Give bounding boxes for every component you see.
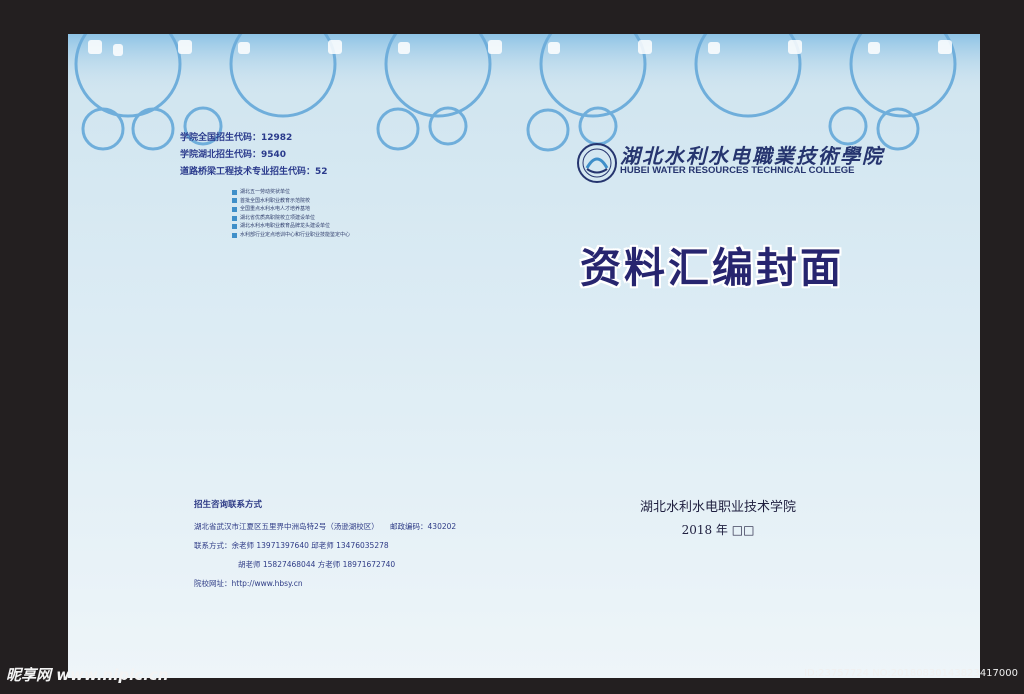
code-national: 学院全国招生代码：12982 xyxy=(180,133,293,143)
footer-college: 湖北水利水电职业技术学院 2018 年 □□ xyxy=(608,496,828,538)
contact-address: 湖北省武汉市江夏区五里界中洲岛特2号（汤逊湖校区） 邮政编码：430202 xyxy=(194,522,457,531)
honor-item: 水利部行业定点培训中心和行业职业技能鉴定中心 xyxy=(232,231,350,240)
bullet-square-icon xyxy=(232,198,237,204)
code-bridge: 道路桥梁工程技术专业招生代码：52 xyxy=(180,167,328,177)
college-name-en: HUBEI WATER RESOURCES TECHNICAL COLLEGE xyxy=(620,165,855,176)
contact-block: 招生咨询联系方式 湖北省武汉市江夏区五里界中洲岛特2号（汤逊湖校区） 邮政编码：… xyxy=(194,498,456,593)
bullet-square-icon xyxy=(232,232,237,238)
honors-list: 湖北五一劳动奖状单位 首批全国水利职业教育示范院校 全国重点水利水电人才培养基地… xyxy=(232,188,350,240)
footer-year: 2018 年 □□ xyxy=(681,523,755,537)
honor-item: 湖北五一劳动奖状单位 xyxy=(232,188,350,197)
honor-item: 湖北省优质高职院校立项建设单位 xyxy=(232,214,350,223)
honor-item: 湖北水利水电职业教育品牌龙头建设单位 xyxy=(232,222,350,231)
bullet-square-icon xyxy=(232,189,237,195)
main-title: 资料汇编封面 xyxy=(580,244,844,292)
contact-heading: 招生咨询联系方式 xyxy=(194,500,263,510)
cover-sheet: 学院全国招生代码：12982 学院湖北招生代码：9540 道路桥梁工程技术专业招… xyxy=(68,34,980,678)
contact-phones-1: 联系方式：余老师 13971397640 邱老师 13476035278 xyxy=(194,541,389,550)
watermark-right: ID:23757724 NO:20180830143823417000 xyxy=(804,668,1018,679)
contact-phones-2: 胡老师 15827468044 方老师 18971672740 xyxy=(238,560,396,569)
footer-college-name: 湖北水利水电职业技术学院 xyxy=(639,500,796,515)
contact-website: 院校网址：http://www.hbsy.cn xyxy=(194,579,303,588)
enrollment-codes: 学院全国招生代码：12982 学院湖北招生代码：9540 道路桥梁工程技术专业招… xyxy=(180,130,328,181)
bullet-square-icon xyxy=(232,215,237,221)
code-hubei: 学院湖北招生代码：9540 xyxy=(180,150,287,160)
watermark-left: 昵享网 www.nipic.cn xyxy=(6,666,169,684)
bullet-square-icon xyxy=(232,224,237,230)
bullet-square-icon xyxy=(232,206,237,212)
honor-item: 首批全国水利职业教育示范院校 xyxy=(232,197,350,206)
honor-item: 全国重点水利水电人才培养基地 xyxy=(232,205,350,214)
